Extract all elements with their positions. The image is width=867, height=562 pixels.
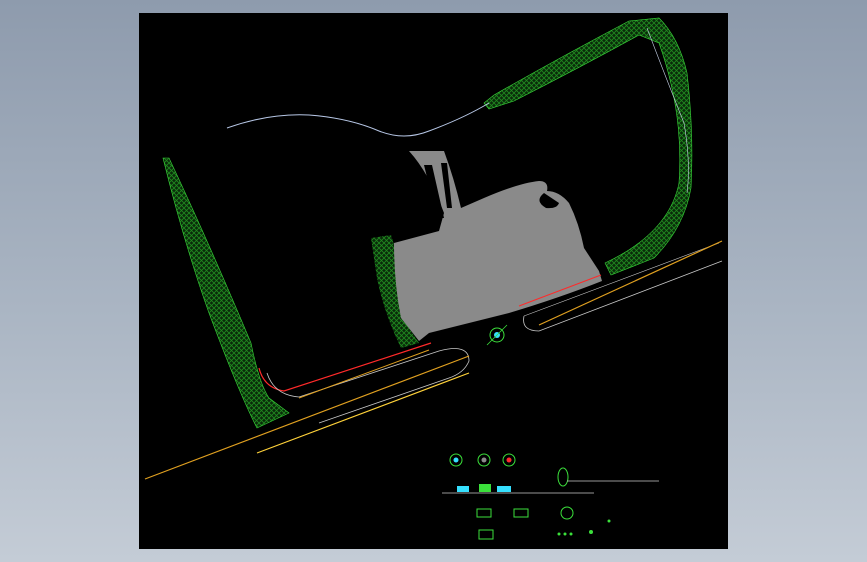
site-plan-drawing — [144, 17, 723, 540]
river-boundary-curve — [226, 102, 490, 137]
road-edge-lower — [144, 355, 470, 480]
building-footprint — [394, 151, 602, 341]
detail-symbols — [442, 453, 659, 540]
entrance-feature — [486, 324, 508, 346]
cad-model-space[interactable] — [139, 13, 728, 549]
road-edge-left-inner — [298, 349, 430, 399]
landscape-strip-left — [162, 157, 290, 429]
red-property-line — [258, 342, 432, 392]
curb-line-left — [266, 348, 470, 424]
